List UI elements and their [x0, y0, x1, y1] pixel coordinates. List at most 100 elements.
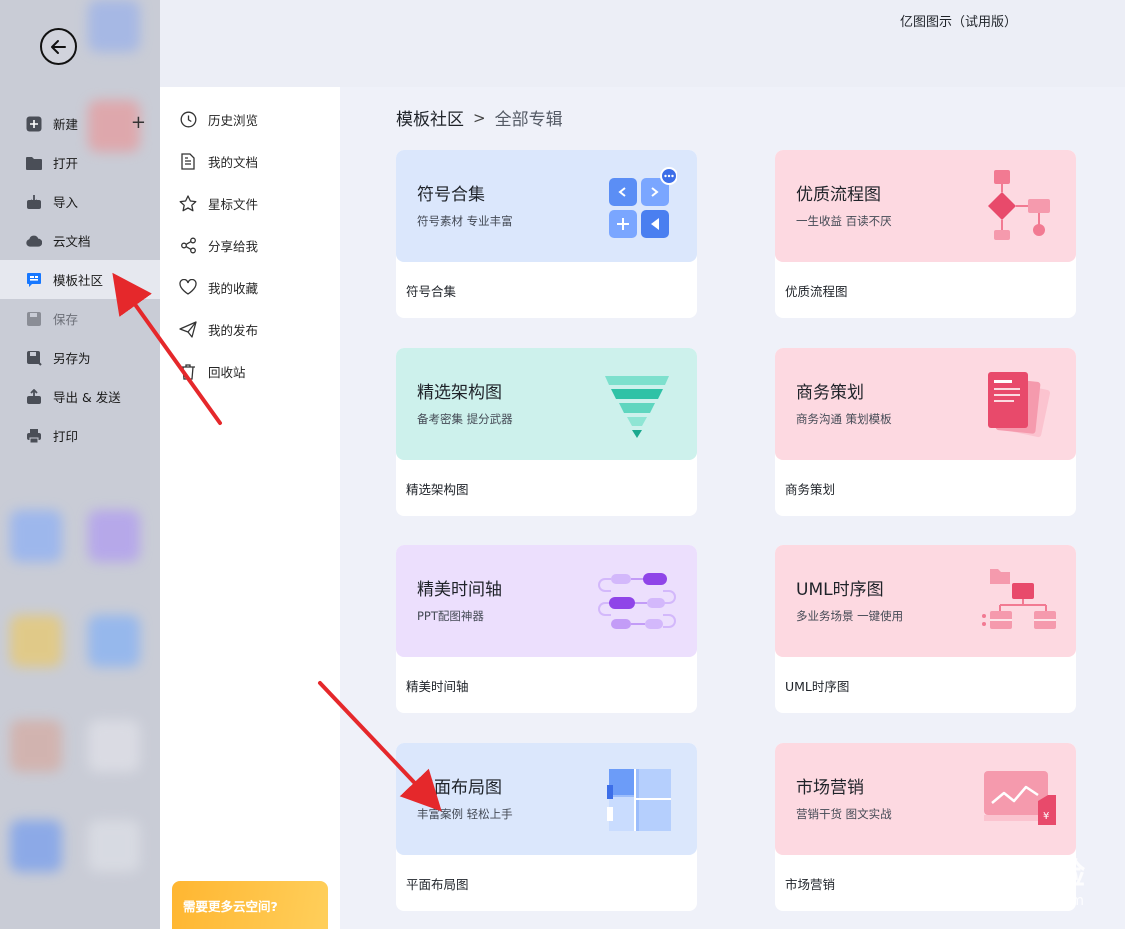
card-banner: UML时序图 多业务场景 一键使用 [775, 545, 1076, 657]
card-title: 优质流程图 [796, 185, 881, 205]
sidebar-item-label: 回收站 [208, 364, 246, 380]
card-label: 精美时间轴 [406, 679, 469, 694]
baidu-jingyan-watermark: Bai du 经验 jingyan.baidu.com [908, 849, 1085, 909]
rail-item-new[interactable]: 新建 + [0, 104, 160, 143]
card-subtitle: 备考密集 提分武器 [417, 412, 513, 426]
template-community-main: 模板社区 > 全部专辑 符号合集 符号素材 专业丰富 符号合集 优质流程图 一生… [340, 87, 1125, 929]
rail-item-label: 另存为 [53, 351, 91, 366]
card-label: 优质流程图 [785, 284, 848, 299]
rail-item-label: 模板社区 [53, 273, 104, 288]
card-label: 符号合集 [406, 284, 457, 299]
file-sidebar: 历史浏览 我的文档 星标文件 分享给我 我的收藏 我的发布 回收站 需要更多云空… [160, 87, 340, 929]
sidebar-item-published[interactable]: 我的发布 [160, 308, 340, 350]
rail-item-cloud[interactable]: 云文档 [0, 221, 160, 260]
flowchart-icon [988, 170, 1050, 240]
backstage-rail: 新建 + 打开 导入 云文档 模板社区 保存 另存为 导出 & 发送 打印 [0, 0, 160, 929]
import-icon [26, 194, 42, 210]
card-title: 精美时间轴 [417, 580, 502, 600]
rail-item-open[interactable]: 打开 [0, 143, 160, 182]
rail-item-label: 导入 [53, 195, 79, 210]
timeline-icon [598, 573, 676, 629]
card-label: 精选架构图 [406, 482, 469, 497]
uml-tree-icon [982, 569, 1056, 629]
app-title: 亿图图示（试用版） [899, 15, 1017, 30]
rail-item-label: 新建 [53, 117, 79, 132]
rail-item-print[interactable]: 打印 [0, 416, 160, 455]
sidebar-item-label: 星标文件 [208, 196, 259, 212]
promo-text: 需要更多云空间? [183, 899, 278, 914]
sidebar-item-shared[interactable]: 分享给我 [160, 224, 340, 266]
card-banner: 精美时间轴 PPT配图神器 [396, 545, 697, 657]
rail-item-label: 导出 & 发送 [53, 390, 121, 405]
cloud-storage-promo-banner[interactable]: 需要更多云空间? [172, 881, 328, 929]
card-subtitle: 营销干货 图文实战 [796, 807, 892, 821]
save-icon [26, 311, 42, 327]
watermark-url: jingyan.baidu.com [938, 893, 1085, 909]
card-subtitle: 多业务场景 一键使用 [796, 609, 904, 623]
sidebar-item-label: 历史浏览 [208, 112, 259, 128]
printer-icon [26, 428, 42, 444]
card-banner: 精选架构图 备考密集 提分武器 [396, 348, 697, 460]
card-banner: 商务策划 商务沟通 策划模板 [775, 348, 1076, 460]
card-label: UML时序图 [785, 679, 850, 694]
plus-square-icon [26, 116, 42, 132]
rail-item-label: 云文档 [53, 234, 91, 249]
card-title: 市场营销 [796, 778, 864, 798]
breadcrumb-root[interactable]: 模板社区 [396, 105, 464, 130]
rail-item-template-community[interactable]: 模板社区 [0, 260, 160, 299]
plus-icon[interactable]: + [131, 114, 146, 132]
backstage-menu: 新建 + 打开 导入 云文档 模板社区 保存 另存为 导出 & 发送 打印 [0, 104, 160, 455]
sidebar-item-trash[interactable]: 回收站 [160, 350, 340, 392]
rail-item-label: 保存 [53, 312, 79, 327]
sidebar-item-label: 分享给我 [208, 238, 259, 254]
breadcrumb-current: 全部专辑 [494, 110, 563, 130]
album-card-uml-sequence[interactable]: UML时序图 多业务场景 一键使用 UML时序图 [775, 545, 1076, 713]
sidebar-item-history[interactable]: 历史浏览 [160, 98, 340, 140]
card-banner: 优质流程图 一生收益 百读不厌 [775, 150, 1076, 262]
sidebar-item-label: 我的收藏 [208, 280, 259, 296]
card-title: 平面布局图 [417, 778, 502, 798]
card-title: 商务策划 [796, 383, 864, 403]
rail-item-save-as[interactable]: 另存为 [0, 338, 160, 377]
card-label: 市场营销 [785, 877, 836, 892]
rail-item-export[interactable]: 导出 & 发送 [0, 377, 160, 416]
card-subtitle: 符号素材 专业丰富 [417, 214, 513, 228]
marketing-chart-icon: ¥ [984, 771, 1056, 825]
sidebar-item-label: 我的文档 [208, 154, 259, 170]
star-icon [179, 194, 197, 212]
rail-item-label: 打开 [53, 156, 79, 171]
heart-icon [179, 278, 197, 296]
card-subtitle: 商务沟通 策划模板 [796, 412, 892, 426]
card-label: 商务策划 [785, 482, 836, 497]
rail-item-save[interactable]: 保存 [0, 299, 160, 338]
arrow-left-icon [50, 39, 66, 54]
template-community-icon [26, 272, 42, 288]
rail-item-label: 打印 [53, 429, 79, 444]
card-banner: 符号合集 符号素材 专业丰富 [396, 150, 697, 262]
album-card-timeline[interactable]: 精美时间轴 PPT配图神器 精美时间轴 [396, 545, 697, 713]
sidebar-item-favorites[interactable]: 我的收藏 [160, 266, 340, 308]
sidebar-item-starred[interactable]: 星标文件 [160, 182, 340, 224]
floor-plan-icon [607, 769, 671, 831]
trash-icon [179, 362, 197, 380]
album-card-architecture[interactable]: 精选架构图 备考密集 提分武器 精选架构图 [396, 348, 697, 516]
sidebar-item-my-docs[interactable]: 我的文档 [160, 140, 340, 182]
breadcrumb: 模板社区 > 全部专辑 [396, 105, 563, 131]
funnel-icon [605, 376, 669, 438]
card-subtitle: 一生收益 百读不厌 [796, 214, 892, 228]
album-card-flowchart[interactable]: 优质流程图 一生收益 百读不厌 优质流程图 [775, 150, 1076, 318]
card-subtitle: PPT配图神器 [417, 609, 484, 623]
album-card-business-plan[interactable]: 商务策划 商务沟通 策划模板 商务策划 [775, 348, 1076, 516]
rail-item-import[interactable]: 导入 [0, 182, 160, 221]
card-subtitle: 丰富案例 轻松上手 [417, 807, 513, 821]
card-label: 平面布局图 [406, 877, 469, 892]
card-banner: 市场营销 营销干货 图文实战 ¥ [775, 743, 1076, 855]
back-button[interactable] [40, 28, 77, 65]
symbol-grid-icon [609, 167, 677, 238]
folder-icon [26, 155, 42, 171]
watermark-brand: Bai du 经验 [907, 857, 1085, 892]
share-icon [179, 236, 197, 254]
business-doc-icon [988, 372, 1050, 438]
album-card-floor-plan[interactable]: 平面布局图 丰富案例 轻松上手 平面布局图 [396, 743, 697, 911]
album-card-symbols[interactable]: 符号合集 符号素材 专业丰富 符号合集 [396, 150, 697, 318]
